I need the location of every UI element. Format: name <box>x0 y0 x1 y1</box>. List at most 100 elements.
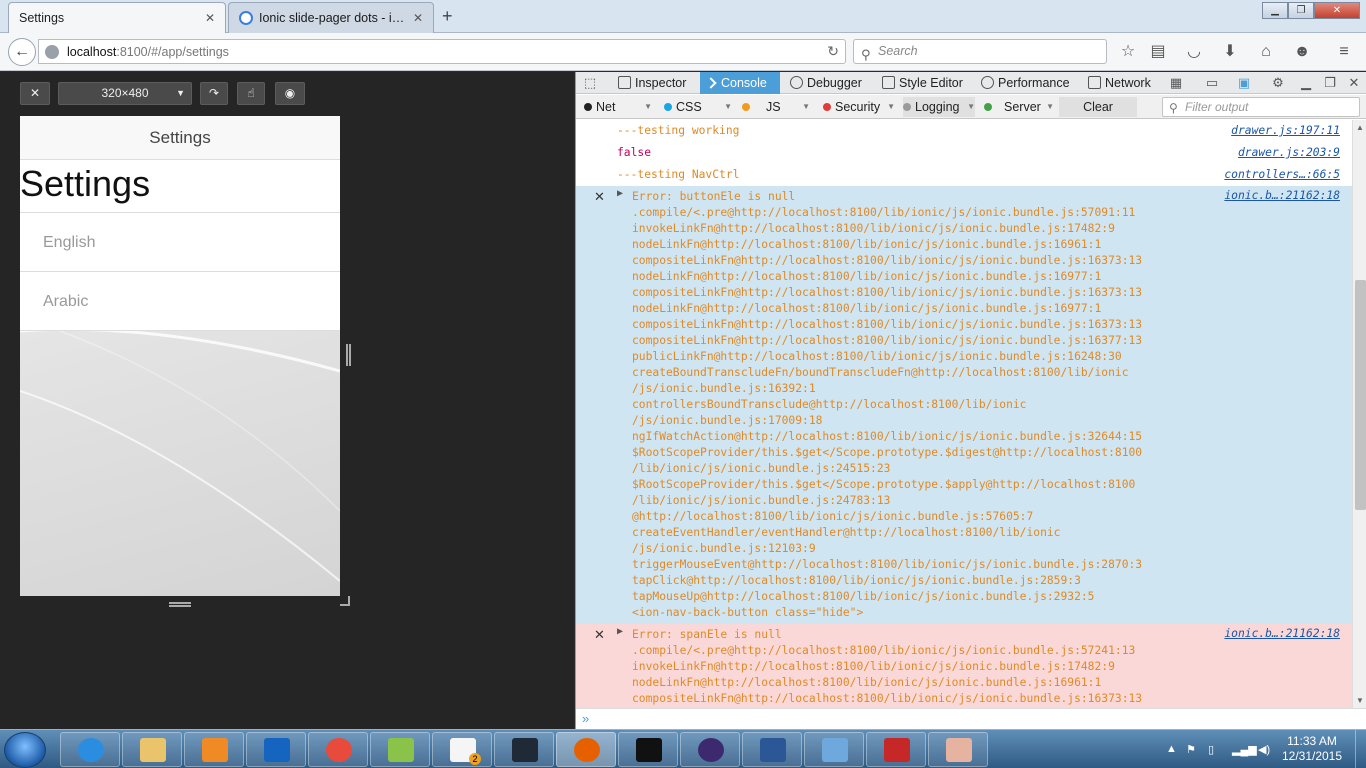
volume-icon[interactable]: ◀) <box>1258 743 1270 756</box>
resize-height-handle[interactable] <box>169 602 191 607</box>
undock-icon[interactable]: ❐ <box>1322 75 1338 91</box>
split-console-icon[interactable]: ▭ <box>1204 75 1220 91</box>
back-button[interactable]: ← <box>8 38 36 66</box>
bookmarks-list-icon[interactable]: ▤ <box>1148 42 1168 62</box>
chrome-icon <box>326 738 352 762</box>
tab-settings[interactable]: Settings ✕ <box>8 2 226 33</box>
language-item-arabic[interactable]: Arabic <box>20 272 340 331</box>
taskbar-chrome-button[interactable] <box>308 732 368 767</box>
url-bar[interactable]: localhost:8100/#/app/settings ↻ <box>38 39 846 64</box>
language-item-english[interactable]: English <box>20 213 340 272</box>
chevron-down-icon: ▼ <box>967 102 975 111</box>
downloads-icon[interactable]: ⬇ <box>1220 42 1240 62</box>
show-desktop-button[interactable] <box>1355 730 1366 768</box>
tab-performance[interactable]: Performance <box>977 72 1077 94</box>
tab-ionic-slide-pager[interactable]: Ionic slide-pager dots - ion... ✕ <box>228 2 434 33</box>
filter-net[interactable]: Net ▼ <box>584 97 652 117</box>
expand-triangle-icon[interactable]: ▶ <box>617 188 623 199</box>
source-link[interactable]: controllers…:66:5 <box>1224 164 1340 186</box>
close-responsive-button[interactable]: ✕ <box>20 82 50 105</box>
tab-label: Style Editor <box>899 76 963 90</box>
clock[interactable]: 11:33 AM 12/31/2015 <box>1280 734 1344 764</box>
more-tools-icon[interactable]: ▦ <box>1168 75 1184 91</box>
resize-width-handle[interactable] <box>346 344 351 366</box>
close-devtools-icon[interactable]: ✕ <box>1346 75 1362 91</box>
settings-gear-icon[interactable]: ⚙ <box>1270 75 1286 91</box>
site-identity-icon[interactable] <box>45 44 59 59</box>
css-dot <box>664 103 672 111</box>
taskbar-acrobat-button[interactable] <box>866 732 926 767</box>
source-link[interactable]: ionic.b…:21162:18 <box>1224 627 1340 640</box>
search-input[interactable]: ⚲ Search <box>853 39 1107 64</box>
tab-debugger[interactable]: Debugger <box>786 72 874 94</box>
responsive-mode-icon[interactable]: ▣ <box>1236 75 1252 91</box>
tab-close-icon[interactable]: ✕ <box>205 11 215 25</box>
expand-triangle-icon[interactable]: ▶ <box>617 626 623 637</box>
taskbar-android-studio-button[interactable] <box>370 732 430 767</box>
close-window-button[interactable]: ✕ <box>1314 2 1360 19</box>
start-button[interactable] <box>4 732 46 768</box>
pick-element-icon[interactable]: ⬚ <box>582 75 598 91</box>
reload-icon[interactable]: ↻ <box>827 43 839 60</box>
console-scrollbar[interactable]: ▲ ▼ <box>1352 120 1366 708</box>
console-input[interactable]: » <box>576 708 1366 729</box>
filter-logging[interactable]: Logging ▼ <box>903 97 975 117</box>
source-link[interactable]: ionic.b…:21162:18 <box>1224 189 1340 202</box>
scroll-down-icon[interactable]: ▼ <box>1356 696 1364 705</box>
device-icon[interactable]: ▯ <box>1208 743 1214 756</box>
taskbar-photo-viewer-button[interactable] <box>804 732 864 767</box>
taskbar-eclipse-button[interactable] <box>680 732 740 767</box>
hello-icon[interactable]: ☻ <box>1292 42 1312 62</box>
viewport-size-select[interactable]: 320×480 ▼ <box>58 82 192 105</box>
scrollbar-thumb[interactable] <box>1355 280 1366 510</box>
screenshot-button[interactable]: ◉ <box>275 82 305 105</box>
stack-frame: tapMouseUp@http://localhost:8100/lib/ion… <box>632 590 1095 603</box>
taskbar-firefox-button[interactable] <box>556 732 616 767</box>
responsive-design-pane: ✕ 320×480 ▼ ↷ ☝ ◉ Settings Settings Engl… <box>0 72 574 729</box>
filter-js[interactable]: JS ▼ <box>742 97 810 117</box>
resize-corner-handle[interactable] <box>340 596 350 606</box>
touch-simulation-button[interactable]: ☝ <box>237 82 265 105</box>
bookmark-star-icon[interactable]: ☆ <box>1118 42 1138 62</box>
taskbar-internet-explorer-button[interactable] <box>60 732 120 767</box>
tab-style-editor[interactable]: Style Editor <box>878 72 974 94</box>
device-viewport: Settings Settings English Arabic <box>20 116 340 596</box>
taskbar-word-button[interactable] <box>742 732 802 767</box>
pocket-icon[interactable]: ◡ <box>1184 42 1204 62</box>
maximize-button[interactable]: ❐ <box>1288 2 1314 19</box>
action-center-icon[interactable]: ⚑ <box>1186 743 1196 756</box>
source-link[interactable]: drawer.js:197:11 <box>1231 120 1340 142</box>
filter-css[interactable]: CSS ▼ <box>664 97 732 117</box>
home-icon[interactable]: ⌂ <box>1256 42 1276 62</box>
filter-server[interactable]: Server ▼ <box>984 97 1054 117</box>
scroll-up-icon[interactable]: ▲ <box>1356 123 1364 132</box>
search-placeholder: Search <box>878 44 918 58</box>
log-message: ---testing NavCtrl <box>617 168 740 181</box>
menu-icon[interactable]: ≡ <box>1334 42 1354 62</box>
tab-inspector[interactable]: Inspector <box>614 72 698 94</box>
dock-bottom-icon[interactable]: ▁ <box>1298 75 1314 91</box>
taskbar-command-prompt-button[interactable] <box>618 732 678 767</box>
source-link[interactable]: drawer.js:203:9 <box>1238 142 1340 164</box>
new-tab-button[interactable]: + <box>442 6 453 27</box>
taskbar-media-player-button[interactable] <box>184 732 244 767</box>
tab-network[interactable]: Network <box>1084 72 1158 94</box>
minimize-button[interactable]: ▁ <box>1262 2 1288 19</box>
rotate-button[interactable]: ↷ <box>200 82 228 105</box>
tab-console[interactable]: Console <box>700 72 780 94</box>
taskbar-outlook-button[interactable] <box>246 732 306 767</box>
taskbar-paint-button[interactable] <box>928 732 988 767</box>
filter-security[interactable]: Security ▼ <box>823 97 895 117</box>
tab-close-icon[interactable]: ✕ <box>413 11 423 25</box>
filter-output-input[interactable]: ⚲ Filter output <box>1162 97 1360 117</box>
filter-placeholder: Filter output <box>1185 100 1249 114</box>
clear-console-button[interactable]: Clear <box>1059 97 1137 117</box>
chevron-down-icon: ▼ <box>644 102 652 111</box>
stack-frame: compositeLinkFn@http://localhost:8100/li… <box>632 286 1143 299</box>
chevron-down-icon: ▼ <box>1046 102 1054 111</box>
network-signal-icon[interactable]: ▂▄▆ <box>1232 743 1257 756</box>
show-hidden-icons[interactable]: ▲ <box>1166 743 1177 755</box>
taskbar-file-explorer-button[interactable] <box>122 732 182 767</box>
taskbar-notepad-button[interactable]: 2 <box>432 732 492 767</box>
taskbar-brackets-button[interactable] <box>494 732 554 767</box>
